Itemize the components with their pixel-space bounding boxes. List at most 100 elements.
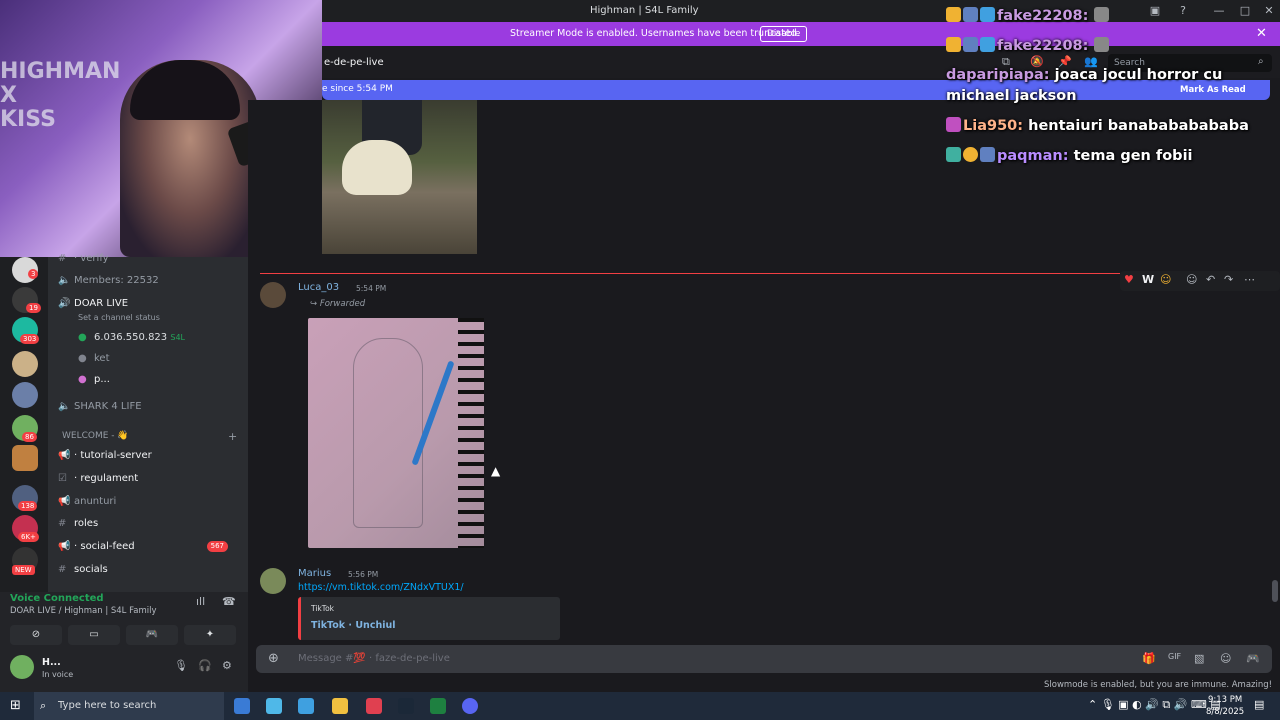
discord-icon[interactable] — [462, 698, 478, 714]
game-icon[interactable]: 🎮 — [1246, 652, 1260, 665]
speaker-icon: 🔈 — [58, 275, 71, 286]
channel-roles[interactable]: # roles — [58, 518, 98, 534]
clock-time: 9:13 PM — [1208, 695, 1243, 705]
speaker-icon: 🔈 — [58, 401, 71, 412]
channel-socials[interactable]: # socials — [58, 564, 108, 580]
add-reaction-icon[interactable]: ☺ — [1186, 273, 1197, 286]
crown-badge-icon — [946, 7, 961, 22]
tray-icons[interactable]: ⌃ 🎙 ▣ ◐ 🔊 ⧉ 🔊 ⌨ ▤ — [1088, 698, 1221, 712]
embed-title[interactable]: TikTok · Unchiul — [311, 620, 396, 631]
voice-channel-shark[interactable]: 🔈 SHARK 4 LIFE — [58, 401, 142, 417]
stream-chat-line: fake22208: — [946, 36, 1111, 57]
server-icon[interactable]: NEW — [12, 547, 38, 575]
message-composer[interactable]: ⊕ Message #💯 · faze-de-pe-live 🎁 GIF ▧ ☺… — [256, 645, 1272, 673]
message-author[interactable]: Luca_03 — [298, 282, 339, 293]
server-icon[interactable] — [12, 351, 38, 377]
webcam-banner-text: HIGHMAN X KISS — [0, 59, 121, 132]
task-view-icon[interactable] — [234, 698, 250, 714]
laugh-reaction-icon[interactable]: ☺ — [1160, 273, 1171, 286]
server-icon[interactable]: 138 — [12, 485, 38, 511]
channel-status[interactable]: Set a channel status — [78, 313, 160, 329]
channel-name: e-de-pe-live — [324, 57, 384, 68]
server-icon[interactable]: 303 — [12, 317, 40, 344]
server-icon[interactable]: 86 — [12, 415, 38, 442]
user-panel: H... In voice 🎙 🎧 ⚙ — [10, 655, 240, 685]
avatar[interactable] — [10, 655, 34, 679]
server-icon[interactable] — [12, 382, 38, 408]
voice-signal-icon[interactable]: ıll — [196, 595, 205, 608]
heart-reaction-icon[interactable]: ♥ — [1124, 273, 1134, 286]
voice-panel: Voice Connected DOAR LIVE / Highman | S4… — [0, 592, 248, 692]
edge-icon[interactable] — [298, 698, 314, 714]
reply-icon[interactable]: ↶ — [1206, 273, 1215, 286]
notifications-icon[interactable]: ▤ — [1254, 698, 1264, 711]
channel-social-feed[interactable]: 📢 · social-feed 567 — [58, 541, 238, 557]
disable-streamer-mode-button[interactable]: Disable — [760, 26, 808, 42]
unread-badge: 567 — [206, 541, 228, 552]
headphones-icon[interactable]: 🎧 — [198, 659, 212, 672]
server-icon[interactable] — [12, 445, 38, 471]
stream-chat-overlay: fake22208: fake22208: daparipiapa: joaca… — [942, 0, 1280, 180]
channel-tutorial-server[interactable]: 📢 · tutorial-server — [58, 450, 152, 466]
message-input[interactable]: Message #💯 · faze-de-pe-live — [298, 653, 450, 664]
server-icon[interactable]: 6K+ — [12, 515, 39, 542]
gif-icon[interactable]: GIF — [1168, 652, 1181, 661]
steam-icon[interactable] — [398, 698, 414, 714]
window-title: Highman | S4L Family — [590, 5, 699, 16]
activity-button[interactable]: 🎮 — [126, 625, 178, 645]
badge-icon — [980, 7, 995, 22]
voice-connected-label: Voice Connected — [10, 593, 104, 604]
voice-user[interactable]: ● ket — [78, 353, 110, 369]
search-icon: ⌕ — [40, 699, 47, 712]
voice-user[interactable]: ● 6.036.550.823 S4L — [78, 332, 185, 348]
voice-location[interactable]: DOAR LIVE / Highman | S4L Family — [10, 606, 156, 616]
mouse-cursor: ▲ — [491, 464, 501, 478]
add-channel-icon[interactable]: + — [228, 430, 237, 443]
message-author[interactable]: Marius — [298, 568, 331, 579]
copilot-icon[interactable] — [266, 698, 282, 714]
attach-icon[interactable]: ⊕ — [268, 651, 279, 666]
stream-chat-line: daparipiapa: joaca jocul horror cu micha… — [946, 67, 1223, 104]
attached-image[interactable] — [322, 100, 477, 254]
sticker-icon[interactable]: ▧ — [1194, 652, 1204, 665]
hashtag-icon: # — [58, 253, 67, 264]
camera-off-button[interactable]: ⊘ — [10, 625, 62, 645]
gift-icon[interactable]: 🎁 — [1142, 652, 1156, 665]
slowmode-notice: Slowmode is enabled, but you are immune.… — [1044, 680, 1273, 690]
file-explorer-icon[interactable] — [332, 698, 348, 714]
channel-sidebar: # · verify 🔈 Members: 22532 🔊 DOAR LIVE Set… — [48, 253, 248, 592]
server-icon[interactable]: 19 — [12, 287, 41, 313]
emoji-icon[interactable]: ☺ — [1220, 652, 1231, 665]
w-reaction-icon[interactable]: W — [1142, 273, 1154, 286]
stream-chat-line: paqman: tema gen fobii — [946, 146, 1193, 167]
channel-verify[interactable]: # · verify — [58, 253, 109, 269]
scrollbar[interactable] — [1272, 580, 1278, 602]
forwarded-image[interactable] — [308, 318, 484, 548]
settings-icon[interactable]: ⚙ — [222, 659, 232, 672]
forward-icon[interactable]: ↷ — [1224, 273, 1233, 286]
channel-anunturi[interactable]: 📢 anunturi — [58, 496, 116, 512]
message-link[interactable]: https://vm.tiktok.com/ZNdxVTUX1/ — [298, 582, 464, 593]
microphone-icon[interactable]: 🎙 — [174, 659, 188, 672]
voice-channel-doar-live[interactable]: 🔊 DOAR LIVE — [58, 298, 128, 314]
disconnect-icon[interactable]: ☎ — [222, 595, 236, 608]
screen-share-button[interactable]: ▭ — [68, 625, 120, 645]
soundboard-button[interactable]: ✦ — [184, 625, 236, 645]
avatar[interactable] — [260, 282, 286, 308]
announcement-icon: 📢 — [58, 450, 71, 461]
excel-icon[interactable] — [430, 698, 446, 714]
category-welcome[interactable]: WELCOME - 👋 — [62, 431, 129, 447]
chat-area: ♥ W ☺ ☺ ↶ ↷ ⋯ Luca_03 5:54 PM ↪ Forwarde… — [248, 100, 1280, 640]
more-icon[interactable]: ⋯ — [1244, 273, 1255, 286]
emote-icon — [1093, 37, 1109, 52]
crown-badge-icon — [946, 37, 961, 52]
taskbar: ⊞ Type here to search ⌕ ⌃ 🎙 ▣ ◐ 🔊 ⧉ 🔊 ⌨ … — [0, 692, 1280, 720]
channel-regulament[interactable]: ☑ · regulament — [58, 473, 138, 489]
voice-user[interactable]: ● p... — [78, 374, 110, 390]
avatar[interactable] — [260, 568, 286, 594]
taskbar-search[interactable]: Type here to search — [34, 692, 224, 720]
app-icon[interactable] — [366, 698, 382, 714]
message-actions: ♥ W ☺ ☺ ↶ ↷ ⋯ — [1120, 271, 1280, 291]
server-icon[interactable]: 3 — [12, 257, 39, 283]
windows-start-icon[interactable]: ⊞ — [10, 698, 21, 713]
